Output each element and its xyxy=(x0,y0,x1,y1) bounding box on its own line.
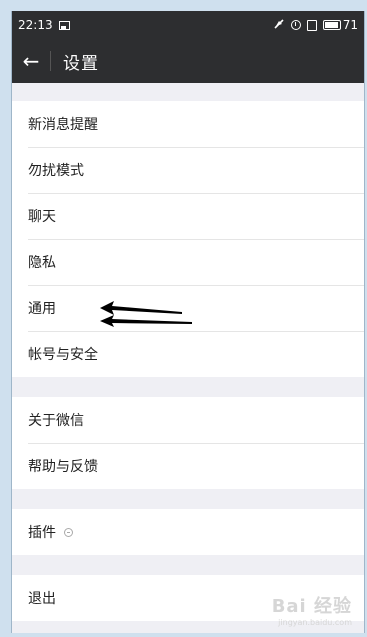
settings-item-label: 帮助与反馈 xyxy=(28,459,98,475)
settings-item-help-feedback[interactable]: 帮助与反馈 xyxy=(12,443,364,489)
settings-item-plugins[interactable]: 插件 xyxy=(12,509,364,555)
plugin-badge-icon xyxy=(64,527,73,537)
settings-item-label: 插件 xyxy=(28,525,56,541)
image-icon xyxy=(58,20,70,30)
settings-item-label: 通用 xyxy=(28,301,56,317)
annotation-arrow-icon xyxy=(100,315,192,327)
status-bar: 22:13 71 xyxy=(12,11,364,39)
back-button[interactable]: ← xyxy=(12,39,50,83)
page-title: 设置 xyxy=(63,53,99,74)
toolbar-divider xyxy=(50,51,51,71)
status-time: 22:13 xyxy=(18,18,53,32)
title-bar: ← 设置 xyxy=(12,39,364,83)
annotation-arrows xyxy=(100,301,192,327)
settings-item-label: 帐号与安全 xyxy=(28,347,98,363)
annotation-arrow-icon xyxy=(100,301,182,315)
settings-item-label: 关于微信 xyxy=(28,413,84,429)
watermark-logo: Bai 经验 xyxy=(271,596,352,617)
settings-group-plugins: 插件 xyxy=(12,509,364,555)
settings-item-label: 聊天 xyxy=(28,209,56,225)
settings-item-do-not-disturb[interactable]: 勿扰模式 xyxy=(12,147,364,193)
settings-item-chat[interactable]: 聊天 xyxy=(12,193,364,239)
mute-icon xyxy=(273,18,285,33)
settings-item-about-wechat[interactable]: 关于微信 xyxy=(12,397,364,443)
settings-item-label: 新消息提醒 xyxy=(28,117,98,133)
phone-screen: 22:13 71 ← 设置 新消息提醒 勿扰模式 聊天 隐私 通用 帐号与安全 … xyxy=(11,11,365,633)
back-arrow-icon: ← xyxy=(22,49,40,73)
watermark-url: jingyan.baidu.com xyxy=(278,618,352,627)
settings-item-new-message-alerts[interactable]: 新消息提醒 xyxy=(12,101,364,147)
settings-item-account-security[interactable]: 帐号与安全 xyxy=(12,331,364,377)
battery-indicator: 71 xyxy=(322,18,358,32)
alarm-icon xyxy=(290,20,301,30)
settings-item-label: 隐私 xyxy=(28,255,56,271)
battery-level: 71 xyxy=(342,18,358,32)
battery-icon xyxy=(322,20,341,30)
settings-item-label: 勿扰模式 xyxy=(28,163,84,179)
settings-item-label: 退出 xyxy=(28,591,56,607)
settings-group-about: 关于微信 帮助与反馈 xyxy=(12,397,364,489)
watermark: Bai 经验 jingyan.baidu.com xyxy=(272,592,352,627)
settings-item-privacy[interactable]: 隐私 xyxy=(12,239,364,285)
sim-icon xyxy=(306,19,317,31)
